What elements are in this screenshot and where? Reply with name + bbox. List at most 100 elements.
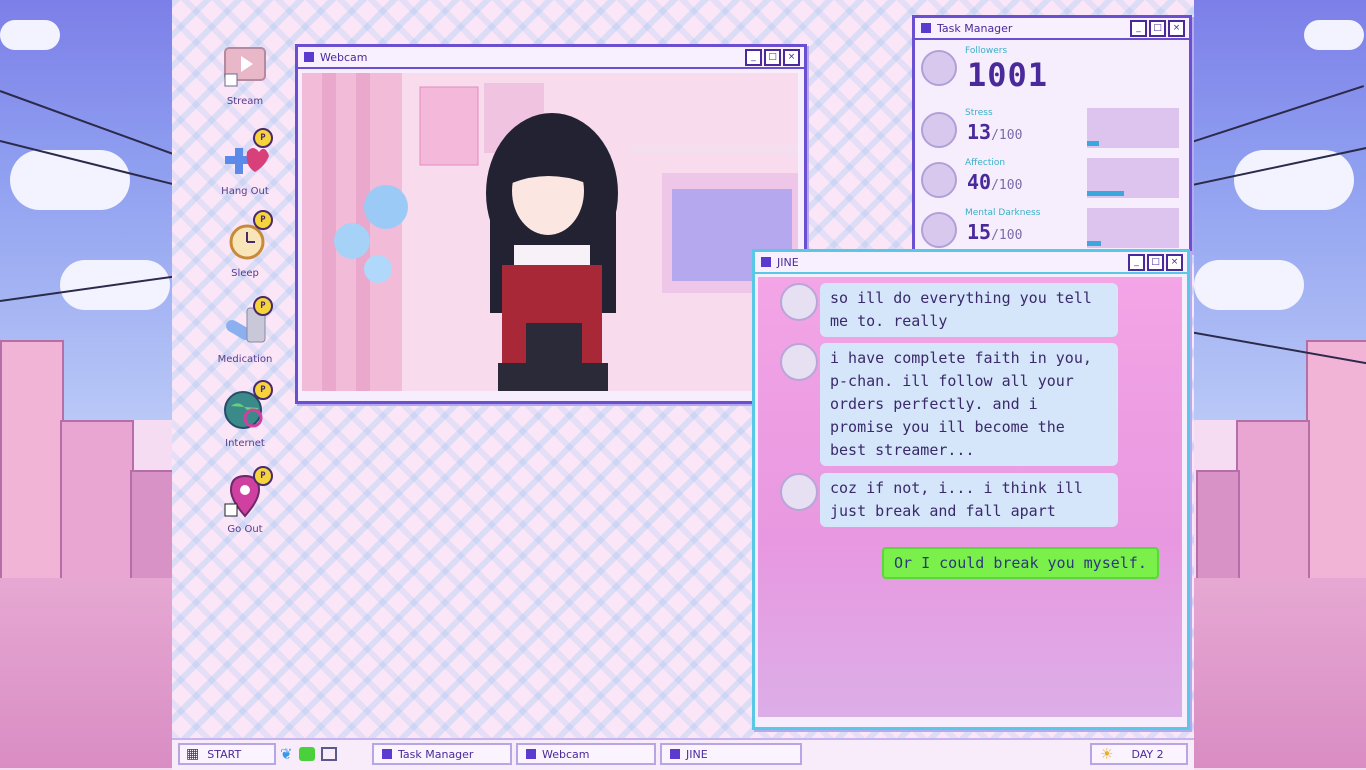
window-icon bbox=[921, 23, 931, 33]
building bbox=[130, 470, 172, 594]
stat-label: Stress bbox=[965, 108, 993, 118]
webcam-titlebar[interactable]: Webcam _ □ × bbox=[298, 47, 804, 69]
stat-bar-fill bbox=[1087, 191, 1124, 196]
stat-label: Affection bbox=[965, 158, 1006, 168]
day-label: DAY 2 bbox=[1131, 747, 1164, 761]
window-icon bbox=[761, 257, 771, 267]
desktop-icon-sleep[interactable]: P Sleep bbox=[210, 210, 280, 279]
sun-icon: ☀ bbox=[1100, 745, 1114, 763]
building bbox=[1236, 420, 1310, 594]
left-scenery bbox=[0, 0, 172, 768]
cloud bbox=[0, 20, 60, 50]
road bbox=[0, 578, 172, 768]
window-icon bbox=[304, 52, 314, 62]
taskbar-item-label: JINE bbox=[686, 747, 708, 761]
jine-app-icon[interactable] bbox=[298, 747, 315, 761]
task-manager-window[interactable]: Task Manager _ □ × Followers 1001 Stress… bbox=[912, 15, 1192, 253]
cloud bbox=[1194, 260, 1304, 310]
notification-badge: P bbox=[253, 466, 273, 486]
notification-badge: P bbox=[253, 128, 273, 148]
stat-bar-fill bbox=[1087, 241, 1101, 246]
affection-avatar-icon bbox=[921, 162, 957, 198]
start-button[interactable]: ▦ START bbox=[178, 743, 276, 765]
desktop-icon-go-out[interactable]: P Go Out bbox=[210, 466, 280, 535]
sleep-clock-icon: P bbox=[221, 210, 273, 264]
taskbar-item-label: Webcam bbox=[542, 747, 590, 761]
desktop-icon-label: Hang Out bbox=[221, 186, 269, 197]
notification-badge: P bbox=[253, 380, 273, 400]
stress-avatar-icon bbox=[921, 112, 957, 148]
stat-bar bbox=[1087, 208, 1179, 248]
minimize-button[interactable]: _ bbox=[1128, 253, 1145, 271]
stream-icon bbox=[221, 44, 269, 92]
stat-bar bbox=[1087, 158, 1179, 198]
desktop-icon-label: Sleep bbox=[231, 268, 259, 279]
twitter-bird-icon[interactable]: ❦ bbox=[280, 745, 293, 763]
desktop-icon-label: Medication bbox=[217, 354, 273, 365]
window-icon bbox=[382, 749, 392, 759]
ame-avatar-icon bbox=[780, 283, 818, 321]
followers-value: 1001 bbox=[967, 56, 1049, 94]
taskbar: ▦ START ❦ Task Manager Webcam JINE ☀ DAY… bbox=[172, 738, 1194, 770]
notification-badge: P bbox=[253, 210, 273, 230]
webcam-window[interactable]: Webcam _ □ × bbox=[295, 44, 807, 404]
building bbox=[60, 420, 134, 594]
maximize-button[interactable]: □ bbox=[1147, 253, 1164, 271]
desktop-icon-internet[interactable]: P Internet bbox=[210, 380, 280, 449]
close-button[interactable]: × bbox=[1168, 19, 1185, 37]
followers-row: Followers 1001 bbox=[921, 46, 1179, 102]
jine-titlebar[interactable]: JINE _ □ × bbox=[755, 252, 1187, 274]
stat-value: 15/100 bbox=[967, 220, 1023, 244]
window-title: JINE bbox=[777, 255, 799, 269]
internet-globe-icon: P bbox=[221, 380, 273, 434]
followers-label: Followers bbox=[965, 46, 1008, 56]
desktop-icon-label: Go Out bbox=[227, 524, 263, 535]
stat-bar bbox=[1087, 108, 1179, 148]
day-indicator: ☀ DAY 2 bbox=[1090, 743, 1188, 765]
chat-message: so ill do everything you tell me to. rea… bbox=[820, 283, 1118, 337]
building bbox=[0, 340, 64, 594]
desktop-icon-hang-out[interactable]: P Hang Out bbox=[210, 128, 280, 197]
window-title: Task Manager bbox=[937, 21, 1013, 35]
jine-window[interactable]: JINE _ □ × so ill do everything you tell… bbox=[752, 249, 1190, 730]
player-reply-bubble[interactable]: Or I could break you myself. bbox=[882, 547, 1159, 579]
stat-value: 40/100 bbox=[967, 170, 1023, 194]
stat-value: 13/100 bbox=[967, 120, 1023, 144]
stat-label: Mental Darkness bbox=[965, 208, 1041, 218]
desktop-icon-stream[interactable]: Stream bbox=[210, 44, 280, 107]
stat-row-affection: Affection 40/100 bbox=[921, 158, 1179, 206]
desktop-icon-label: Stream bbox=[226, 96, 264, 107]
medication-icon: P bbox=[221, 296, 273, 350]
stat-bar-fill bbox=[1087, 141, 1099, 146]
chat-log[interactable]: so ill do everything you tell me to. rea… bbox=[758, 277, 1182, 717]
start-icon: ▦ bbox=[186, 746, 200, 762]
ame-avatar-icon bbox=[780, 473, 818, 511]
building bbox=[1196, 470, 1240, 594]
window-title: Webcam bbox=[320, 50, 368, 64]
taskbar-item-label: Task Manager bbox=[398, 747, 474, 761]
right-scenery bbox=[1194, 0, 1366, 768]
task-manager-titlebar[interactable]: Task Manager _ □ × bbox=[915, 18, 1189, 40]
monitor-icon[interactable] bbox=[320, 747, 337, 761]
taskbar-item-webcam[interactable]: Webcam bbox=[516, 743, 656, 765]
minimize-button[interactable]: _ bbox=[745, 48, 762, 66]
close-button[interactable]: × bbox=[1166, 253, 1183, 271]
desktop-icon-medication[interactable]: P Medication bbox=[210, 296, 280, 365]
minimize-button[interactable]: _ bbox=[1130, 19, 1147, 37]
maximize-button[interactable]: □ bbox=[1149, 19, 1166, 37]
close-button[interactable]: × bbox=[783, 48, 800, 66]
road bbox=[1194, 578, 1366, 768]
go-out-pin-icon: P bbox=[221, 466, 273, 520]
window-icon bbox=[526, 749, 536, 759]
taskbar-item-jine[interactable]: JINE bbox=[660, 743, 802, 765]
quick-launch: ❦ bbox=[280, 743, 362, 765]
mental-darkness-avatar-icon bbox=[921, 212, 957, 248]
building bbox=[1306, 340, 1366, 594]
chat-message: i have complete faith in you, p-chan. il… bbox=[820, 343, 1118, 466]
stat-row-stress: Stress 13/100 bbox=[921, 108, 1179, 156]
taskbar-item-task-manager[interactable]: Task Manager bbox=[372, 743, 512, 765]
cloud bbox=[1304, 20, 1364, 50]
window-icon bbox=[670, 749, 680, 759]
chat-message: coz if not, i... i think ill just break … bbox=[820, 473, 1118, 527]
maximize-button[interactable]: □ bbox=[764, 48, 781, 66]
